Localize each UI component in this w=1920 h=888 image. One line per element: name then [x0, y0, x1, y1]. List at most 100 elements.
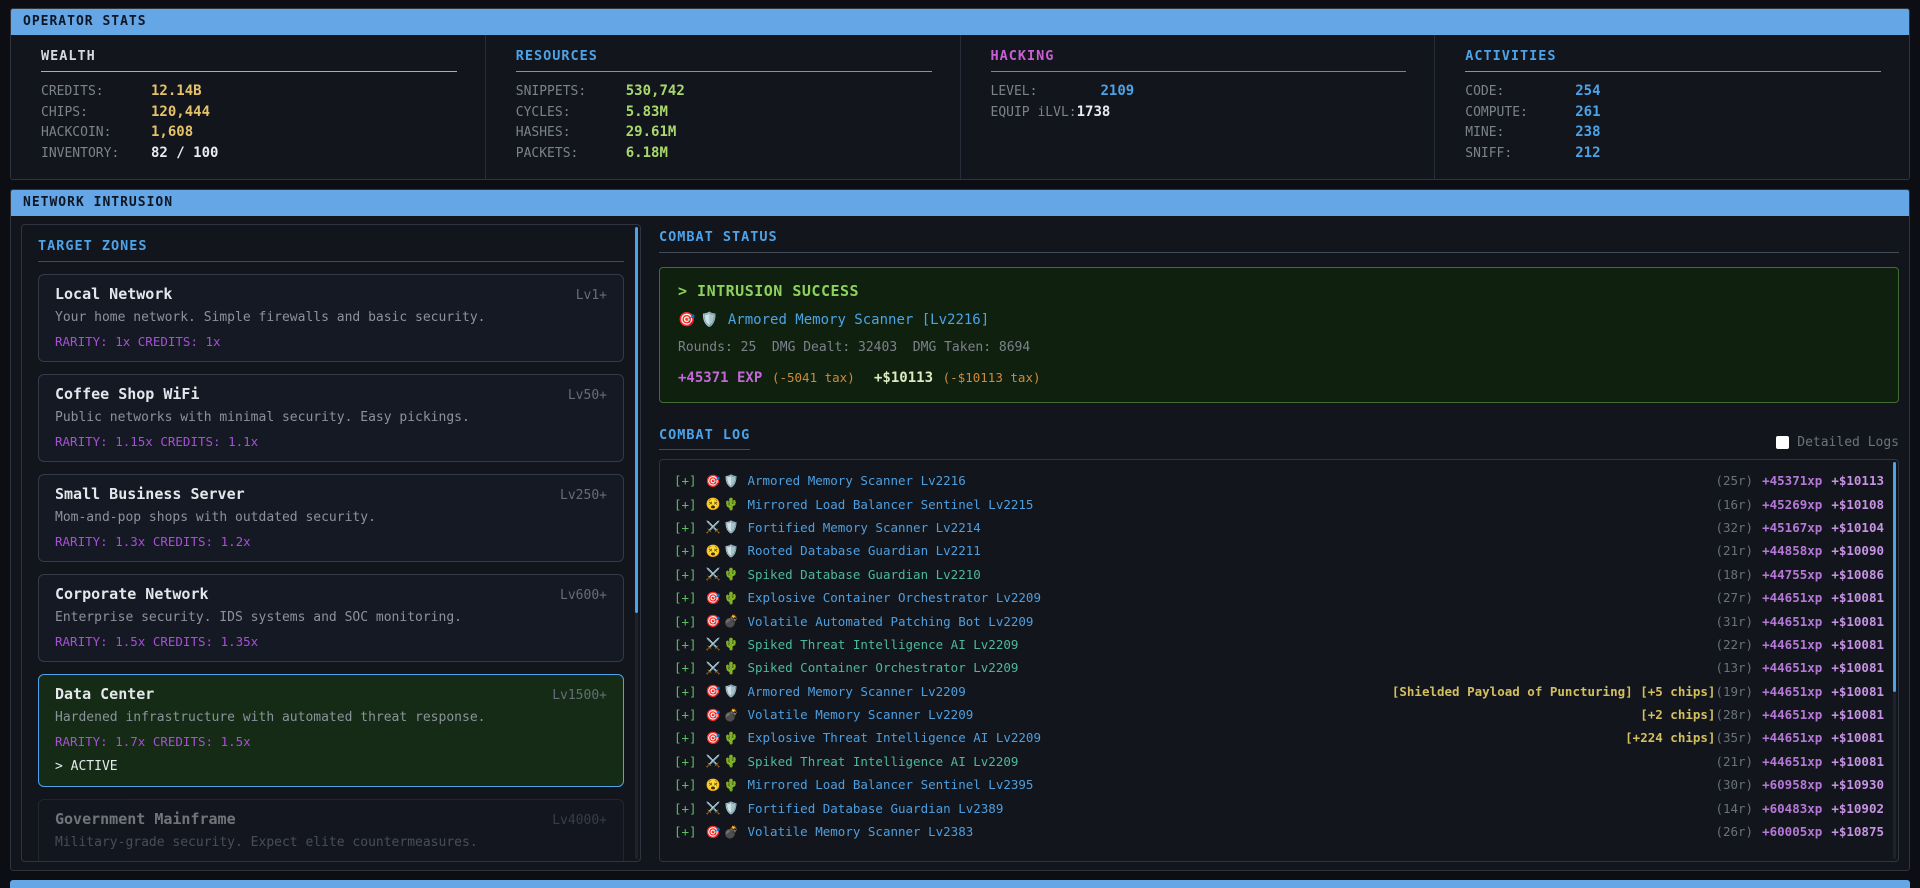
cactus-icon: 🌵	[724, 778, 739, 792]
zone-rarity: RARITY: 1x CREDITS: 1x	[55, 334, 607, 349]
expand-marker[interactable]: [+]	[674, 473, 697, 488]
target-icon: 🎯	[706, 731, 721, 745]
expand-marker[interactable]: [+]	[674, 777, 697, 792]
operator-stats-grid: WEALTH CREDITS: 12.14B CHIPS: 120,444 HA…	[11, 35, 1909, 179]
stat-value: 212	[1575, 145, 1600, 161]
zone-rarity: RARITY: 1.3x CREDITS: 1.2x	[55, 534, 607, 549]
log-xp-reward: +45167xp	[1762, 520, 1822, 535]
log-xp-reward: +44858xp	[1762, 543, 1822, 558]
expand-marker[interactable]: [+]	[674, 824, 697, 839]
zone-card[interactable]: Data Center Lv1500+ Hardened infrastruct…	[38, 674, 624, 787]
log-icons: 😵🌵	[706, 778, 739, 792]
combat-log-row[interactable]: [+] 🎯🛡️ Armored Memory Scanner Lv2216 (2…	[674, 469, 1884, 492]
expand-marker[interactable]: [+]	[674, 520, 697, 535]
log-enemy-name: Armored Memory Scanner Lv2209	[747, 684, 965, 699]
zone-level: Lv4000+	[552, 813, 607, 828]
combat-log-row[interactable]: [+] ⚔️🌵 Spiked Threat Intelligence AI Lv…	[674, 633, 1884, 656]
log-money-reward: +$10108	[1831, 497, 1884, 512]
log-rounds: (30r)	[1715, 777, 1753, 792]
cactus-icon: 🌵	[724, 731, 739, 745]
detailed-logs-toggle[interactable]: Detailed Logs	[1776, 435, 1899, 450]
stat-label: CODE:	[1465, 84, 1575, 99]
zone-rarity: RARITY: 1.15x CREDITS: 1.1x	[55, 434, 607, 449]
cactus-icon: 🌵	[724, 567, 739, 581]
stat-value: 238	[1575, 124, 1600, 140]
combat-log-scrollbar[interactable]	[1893, 462, 1896, 859]
log-xp-reward: +44651xp	[1762, 637, 1822, 652]
combat-log-row[interactable]: [+] 😵🌵 Mirrored Load Balancer Sentinel L…	[674, 492, 1884, 515]
zone-card[interactable]: Small Business Server Lv250+ Mom-and-pop…	[38, 474, 624, 562]
combat-log-rows: [+] 🎯🛡️ Armored Memory Scanner Lv2216 (2…	[674, 469, 1884, 843]
stat-section-heading: RESOURCES	[516, 48, 932, 72]
expand-marker[interactable]: [+]	[674, 801, 697, 816]
log-money-reward: +$10081	[1831, 754, 1884, 769]
scrollbar-thumb[interactable]	[1893, 462, 1896, 692]
expand-marker[interactable]: [+]	[674, 614, 697, 629]
target-icon: 🎯	[706, 684, 721, 698]
scrollbar-thumb[interactable]	[635, 227, 638, 613]
expand-marker[interactable]: [+]	[674, 637, 697, 652]
log-rounds: (16r)	[1715, 497, 1753, 512]
expand-marker[interactable]: [+]	[674, 730, 697, 745]
combat-log-row[interactable]: [+] 😵🛡️ Rooted Database Guardian Lv2211 …	[674, 539, 1884, 562]
expand-marker[interactable]: [+]	[674, 684, 697, 699]
log-icons: 🎯🌵	[706, 591, 739, 605]
detailed-logs-checkbox[interactable]	[1776, 436, 1789, 449]
stat-value: 2109	[1101, 83, 1135, 99]
combat-log-row[interactable]: [+] ⚔️🌵 Spiked Container Orchestrator Lv…	[674, 656, 1884, 679]
combat-log-row[interactable]: [+] 🎯🌵 Explosive Container Orchestrator …	[674, 586, 1884, 609]
expand-marker[interactable]: [+]	[674, 543, 697, 558]
expand-marker[interactable]: [+]	[674, 590, 697, 605]
reward-part: (-5041 tax)	[772, 370, 855, 385]
expand-marker[interactable]: [+]	[674, 497, 697, 512]
combat-log-row[interactable]: [+] ⚔️🛡️ Fortified Database Guardian Lv2…	[674, 796, 1884, 819]
combat-log-row[interactable]: [+] 🎯🛡️ Armored Memory Scanner Lv2209 [S…	[674, 680, 1884, 703]
zone-card[interactable]: Government Mainframe Lv4000+ Military-gr…	[38, 799, 624, 862]
zone-name: Coffee Shop WiFi	[55, 385, 200, 403]
stat-value: 12.14B	[151, 83, 202, 99]
stat-label: HASHES:	[516, 125, 626, 140]
combat-log-row[interactable]: [+] ⚔️🌵 Spiked Threat Intelligence AI Lv…	[674, 750, 1884, 773]
swords-icon: ⚔️	[706, 661, 721, 675]
combat-log-row[interactable]: [+] 🎯🌵 Explosive Threat Intelligence AI …	[674, 726, 1884, 749]
log-xp-reward: +44651xp	[1762, 614, 1822, 629]
zone-card[interactable]: Corporate Network Lv600+ Enterprise secu…	[38, 574, 624, 662]
combat-log-row[interactable]: [+] ⚔️🌵 Spiked Database Guardian Lv2210 …	[674, 563, 1884, 586]
combat-log-row[interactable]: [+] 🎯💣 Volatile Memory Scanner Lv2383 (2…	[674, 820, 1884, 843]
stat-rows: SNIPPETS: 530,742 CYCLES: 5.83M HASHES: …	[516, 83, 932, 161]
zone-card[interactable]: Local Network Lv1+ Your home network. Si…	[38, 274, 624, 362]
log-icons: 🎯🛡️	[706, 684, 739, 698]
cactus-icon: 🌵	[724, 661, 739, 675]
stat-label: HACKCOIN:	[41, 125, 151, 140]
zone-card[interactable]: Coffee Shop WiFi Lv50+ Public networks w…	[38, 374, 624, 462]
log-money-reward: +$10081	[1831, 707, 1884, 722]
zone-description: Military-grade security. Expect elite co…	[55, 835, 607, 850]
log-rounds: (27r)	[1715, 590, 1753, 605]
swords-icon: ⚔️	[706, 637, 721, 651]
dizzy-icon: 😵	[706, 497, 721, 511]
intrusion-stats-line: Rounds: 25 DMG Dealt: 32403 DMG Taken: 8…	[678, 340, 1880, 355]
combat-log-row[interactable]: [+] 🎯💣 Volatile Memory Scanner Lv2209 [+…	[674, 703, 1884, 726]
cactus-icon: 🌵	[724, 591, 739, 605]
zone-level: Lv1500+	[552, 688, 607, 703]
log-loot: [+2 chips]	[1640, 707, 1715, 722]
combat-status-heading: COMBAT STATUS	[659, 229, 1899, 253]
combat-log-row[interactable]: [+] ⚔️🛡️ Fortified Memory Scanner Lv2214…	[674, 516, 1884, 539]
log-xp-reward: +44651xp	[1762, 754, 1822, 769]
target-zones-scrollbar[interactable]	[635, 227, 638, 859]
log-icons: 🎯🛡️	[706, 474, 739, 488]
log-money-reward: +$10081	[1831, 684, 1884, 699]
expand-marker[interactable]: [+]	[674, 754, 697, 769]
intrusion-result-box: > INTRUSION SUCCESS 🎯🛡️ Armored Memory S…	[659, 267, 1899, 403]
combat-log-row[interactable]: [+] 🎯💣 Volatile Automated Patching Bot L…	[674, 609, 1884, 632]
stat-rows: LEVEL: 2109 EQUIP iLVL: 1738	[991, 83, 1407, 120]
target-icon: 🎯	[706, 591, 721, 605]
log-xp-reward: +45371xp	[1762, 473, 1822, 488]
expand-marker[interactable]: [+]	[674, 567, 697, 582]
log-money-reward: +$10081	[1831, 590, 1884, 605]
combat-log-row[interactable]: [+] 😵🌵 Mirrored Load Balancer Sentinel L…	[674, 773, 1884, 796]
log-xp-reward: +44651xp	[1762, 684, 1822, 699]
expand-marker[interactable]: [+]	[674, 660, 697, 675]
stat-value: 530,742	[626, 83, 685, 99]
expand-marker[interactable]: [+]	[674, 707, 697, 722]
